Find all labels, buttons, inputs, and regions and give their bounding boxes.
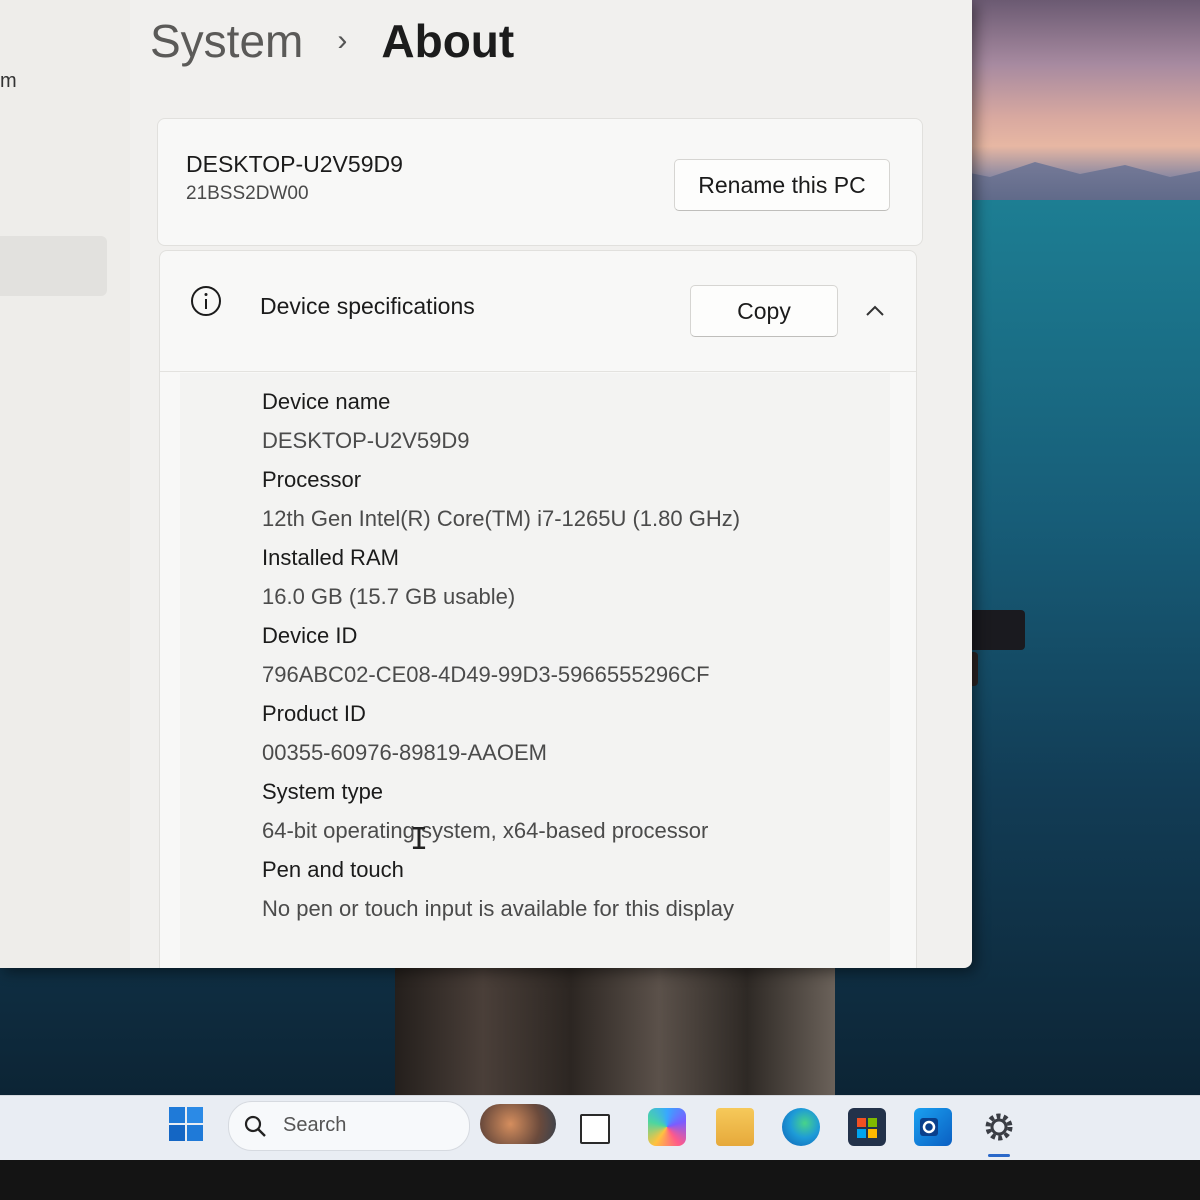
- windows-start-icon[interactable]: [168, 1106, 204, 1142]
- microsoft-store-icon[interactable]: [848, 1108, 886, 1146]
- pc-model: 21BSS2DW00: [186, 183, 309, 204]
- breadcrumb-separator: ›: [337, 24, 348, 57]
- search-icon: [244, 1115, 266, 1137]
- breadcrumb-system-link[interactable]: System: [150, 14, 303, 68]
- spec-label-device-id: Device ID: [262, 623, 358, 648]
- spec-label-processor: Processor: [262, 467, 362, 492]
- pc-name: DESKTOP-U2V59D9: [186, 151, 403, 177]
- spec-value-device-name: DESKTOP-U2V59D9: [262, 428, 470, 453]
- spec-value-device-id: 796ABC02-CE08-4D49-99D3-5966555296CF: [262, 662, 710, 687]
- nav-item-selected[interactable]: [0, 236, 107, 296]
- page-title: About: [381, 15, 515, 67]
- text-cursor-icon: I: [410, 822, 429, 857]
- breadcrumb: System › About: [150, 14, 514, 68]
- rename-pc-button[interactable]: Rename this PC: [674, 159, 890, 211]
- active-app-indicator: [988, 1154, 1010, 1157]
- spec-label-system-type: System type: [262, 779, 384, 804]
- pc-name-card: DESKTOP-U2V59D9 21BSS2DW00 Rename this P…: [157, 118, 923, 246]
- device-specifications-body: Device name DESKTOP-U2V59D9 Processor 12…: [180, 373, 890, 968]
- spec-label-device-name: Device name: [262, 389, 391, 414]
- device-specifications-card: Device specifications Copy Device name D…: [159, 250, 917, 968]
- search-placeholder: Search: [283, 1114, 347, 1136]
- spec-value-system-type: 64-bit operating system, x64-based proce…: [262, 818, 709, 843]
- widgets-icon[interactable]: [480, 1104, 556, 1144]
- spec-value-pen-and-touch: No pen or touch input is available for t…: [262, 896, 735, 921]
- taskbar: Search: [0, 1095, 1200, 1161]
- device-specifications-title: Device specifications: [260, 293, 475, 319]
- laptop-bezel: [0, 1160, 1200, 1200]
- copy-button[interactable]: Copy: [690, 285, 838, 337]
- task-view-icon[interactable]: [580, 1114, 610, 1144]
- spec-value-installed-ram: 16.0 GB (15.7 GB usable): [262, 584, 516, 609]
- taskbar-search-box[interactable]: Search: [228, 1101, 470, 1151]
- settings-window: m System › About DESKTOP-U2V59D9 21BSS2D…: [0, 0, 972, 968]
- settings-icon[interactable]: [980, 1108, 1018, 1146]
- chevron-up-icon[interactable]: [860, 301, 890, 321]
- device-specifications-header[interactable]: Device specifications Copy: [160, 251, 916, 372]
- nav-item-fragment[interactable]: m: [0, 70, 17, 93]
- spec-value-product-id: 00355-60976-89819-AAOEM: [262, 740, 547, 765]
- spec-label-installed-ram: Installed RAM: [262, 545, 399, 570]
- outlook-icon[interactable]: [914, 1108, 952, 1146]
- spec-value-processor: 12th Gen Intel(R) Core(TM) i7-1265U (1.8…: [262, 506, 741, 531]
- file-explorer-icon[interactable]: [716, 1108, 754, 1146]
- edge-icon[interactable]: [782, 1108, 820, 1146]
- spec-label-product-id: Product ID: [262, 701, 366, 726]
- settings-nav-sidebar: m: [0, 0, 130, 968]
- spec-label-pen-and-touch: Pen and touch: [262, 857, 404, 882]
- spec-list: Device name DESKTOP-U2V59D9 Processor 12…: [262, 383, 740, 929]
- copilot-icon[interactable]: [648, 1108, 686, 1146]
- info-icon: [191, 286, 221, 316]
- wallpaper-pier: [395, 960, 835, 1095]
